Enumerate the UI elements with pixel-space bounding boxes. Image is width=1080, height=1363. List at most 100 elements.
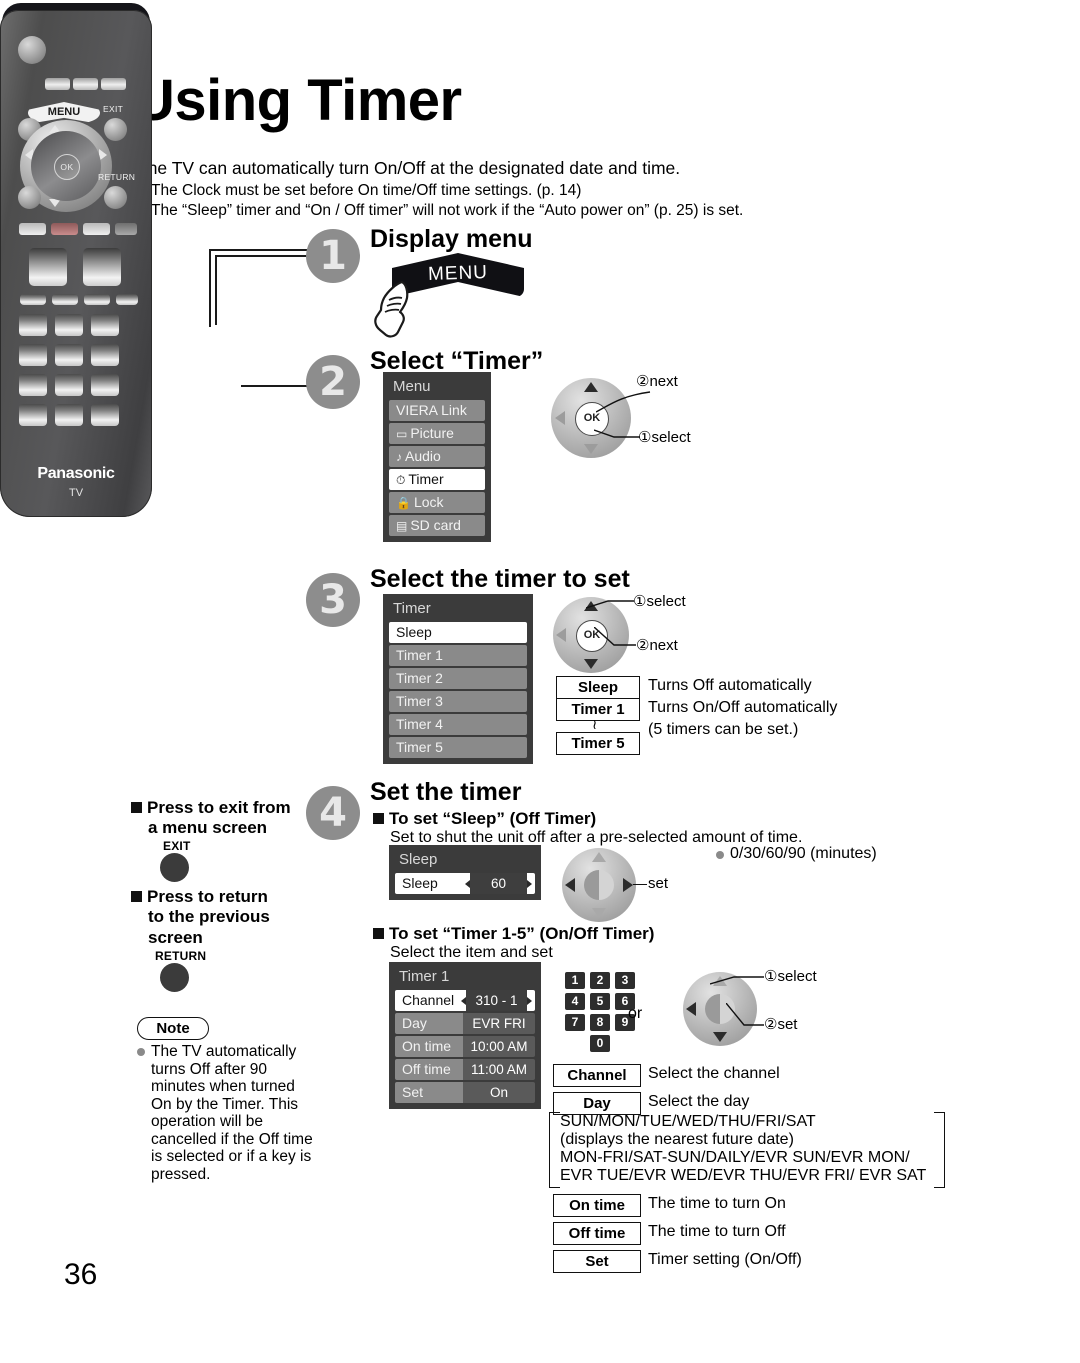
return-button-graphic[interactable] — [160, 963, 189, 992]
timer1-row-value: On — [463, 1082, 535, 1103]
lock-icon: 🔒 — [396, 496, 411, 510]
numkey-1[interactable]: 1 — [565, 972, 585, 989]
timer1-row-on-time[interactable]: On time 10:00 AM — [395, 1036, 535, 1057]
timer-item-sleep[interactable]: Sleep — [389, 622, 527, 643]
remote-ok-button: OK — [54, 154, 80, 180]
numkey-0[interactable]: 0 — [590, 1035, 610, 1052]
clock-icon: ⏱ — [396, 473, 406, 487]
remote-brand-sub-label: TV — [68, 487, 84, 499]
note-body: The TV automatically turns Off after 90 … — [137, 1043, 317, 1183]
remote-body: MENU EXIT OK RETURN Panasonic TV — [0, 10, 152, 517]
remote-numeric-key — [91, 374, 119, 396]
picture-icon: ▭ — [396, 427, 408, 441]
callout-select-timer: ①select — [764, 968, 817, 985]
numkey-5[interactable]: 5 — [590, 993, 610, 1010]
bullet-dot-icon — [716, 851, 724, 859]
timer1-row-day[interactable]: Day EVR FRI — [395, 1013, 535, 1034]
menu-item-audio[interactable]: ♪ Audio — [389, 446, 485, 467]
timer-item-timer-4[interactable]: Timer 4 — [389, 714, 527, 735]
timer1-row-key: Channel — [402, 992, 455, 1008]
numkey-8[interactable]: 8 — [590, 1014, 610, 1031]
remote-numeric-key — [91, 344, 119, 366]
dpad-down-arrow-icon — [584, 659, 598, 669]
step-2-number: 2 — [306, 355, 360, 409]
menu-item-viera-link[interactable]: VIERA Link — [389, 400, 485, 421]
day-options-bracket-left — [549, 1112, 560, 1188]
callout-line-dpad — [241, 385, 307, 387]
right-arrow-icon[interactable] — [527, 879, 532, 888]
square-bullet-icon — [131, 802, 142, 813]
menu-item-label: VIERA Link — [396, 402, 467, 418]
callout-line-menu-h — [209, 249, 307, 251]
dpad-left-arrow-icon — [556, 628, 566, 642]
bullet-dot-icon — [137, 1048, 145, 1056]
intro-bullet-2: The “Sleep” timer and “On / Off timer” w… — [137, 202, 743, 220]
exit-button-graphic[interactable] — [160, 853, 189, 882]
pointing-hand-icon — [374, 280, 409, 338]
timer-item-timer-3[interactable]: Timer 3 — [389, 691, 527, 712]
dpad-down-arrow-icon — [713, 1032, 727, 1042]
return-instruction-line1: Press to return — [147, 887, 268, 906]
dpad-down-arrow-icon — [592, 908, 606, 918]
menu-item-label: Audio — [405, 448, 441, 464]
timer1-row-key: Set — [395, 1082, 463, 1103]
numkey-3[interactable]: 3 — [615, 972, 635, 989]
remote-numeric-key — [55, 374, 83, 396]
timer-item-timer-5[interactable]: Timer 5 — [389, 737, 527, 758]
dpad-ok-button[interactable] — [584, 870, 614, 900]
return-instruction-line2: to the previous — [148, 907, 270, 926]
timer1-row-value: 11:00 AM — [463, 1059, 535, 1080]
menu-item-sd-card[interactable]: ▤ SD card — [389, 515, 485, 536]
callout-leader-select — [594, 429, 640, 438]
timer-item-label: Sleep — [396, 624, 432, 640]
menu-item-lock[interactable]: 🔒 Lock — [389, 492, 485, 513]
remote-exit-button — [104, 118, 127, 141]
timer1-row-value: 10:00 AM — [463, 1036, 535, 1057]
day-option-line-4: EVR TUE/EVR WED/EVR THU/EVR FRI/ EVR SAT — [560, 1167, 927, 1184]
timer-section-heading: To set “Timer 1-5” (On/Off Timer) — [373, 923, 654, 944]
timer-item-label: Timer 2 — [396, 670, 443, 686]
remote-numeric-key — [91, 404, 119, 426]
timer-item-timer-2[interactable]: Timer 2 — [389, 668, 527, 689]
remote-menu-key-label: MENU — [47, 106, 81, 118]
timer1-row-off-time[interactable]: Off time 11:00 AM — [395, 1059, 535, 1080]
step-1-heading: Display menu — [370, 225, 533, 253]
callout-leader-select4 — [710, 976, 764, 985]
day-option-line-2: (displays the nearest future date) — [560, 1131, 794, 1148]
legend-key-set: Set — [553, 1250, 641, 1273]
remote-numeric-key — [19, 374, 47, 396]
intro-bullet-1: The Clock must be set before On time/Off… — [137, 182, 581, 200]
timer1-row-channel[interactable]: Channel 310 - 1 — [395, 990, 535, 1011]
legend-desc-channel: Select the channel — [648, 1065, 780, 1082]
sleep-osd-row[interactable]: Sleep 60 — [395, 873, 535, 894]
page-number: 36 — [64, 1258, 98, 1291]
right-arrow-icon[interactable] — [527, 996, 532, 1005]
menu-item-label: Lock — [413, 494, 444, 510]
sleep-options-note-text: 0/30/60/90 (minutes) — [730, 845, 877, 862]
callout-next-step3: ②next — [636, 637, 678, 654]
timer-item-label: Timer 3 — [396, 693, 443, 709]
legend-tilde: ≀ — [592, 716, 598, 732]
or-text: or — [628, 1005, 643, 1022]
timer1-osd-title: Timer 1 — [399, 968, 450, 985]
timer-item-timer-1[interactable]: Timer 1 — [389, 645, 527, 666]
dpad-sleep[interactable] — [562, 848, 636, 922]
numkey-7[interactable]: 7 — [565, 1014, 585, 1031]
return-button-label: RETURN — [155, 949, 207, 963]
menu-item-picture[interactable]: ▭ Picture — [389, 423, 485, 444]
menu-item-timer[interactable]: ⏱ Timer — [389, 469, 485, 490]
legend-key-timer-5: Timer 5 — [556, 732, 640, 755]
menu-osd-title: Menu — [393, 378, 431, 395]
legend-desc-sleep: Turns Off automatically — [648, 677, 812, 694]
numkey-4[interactable]: 4 — [565, 993, 585, 1010]
callout-line-menu-h2 — [215, 255, 307, 257]
timer1-row-set[interactable]: Set On — [395, 1082, 535, 1103]
timer-osd-screen: Timer Sleep Timer 1 Timer 2 Timer 3 Time… — [383, 594, 533, 764]
note-badge: Note — [137, 1017, 209, 1040]
legend-key-timer-1: Timer 1 — [556, 698, 640, 721]
dpad-down-arrow-icon — [584, 444, 598, 454]
numkey-2[interactable]: 2 — [590, 972, 610, 989]
legend-key-on-time: On time — [553, 1194, 641, 1217]
legend-desc-on-time: The time to turn On — [648, 1195, 786, 1212]
remote-large-button — [83, 248, 121, 286]
